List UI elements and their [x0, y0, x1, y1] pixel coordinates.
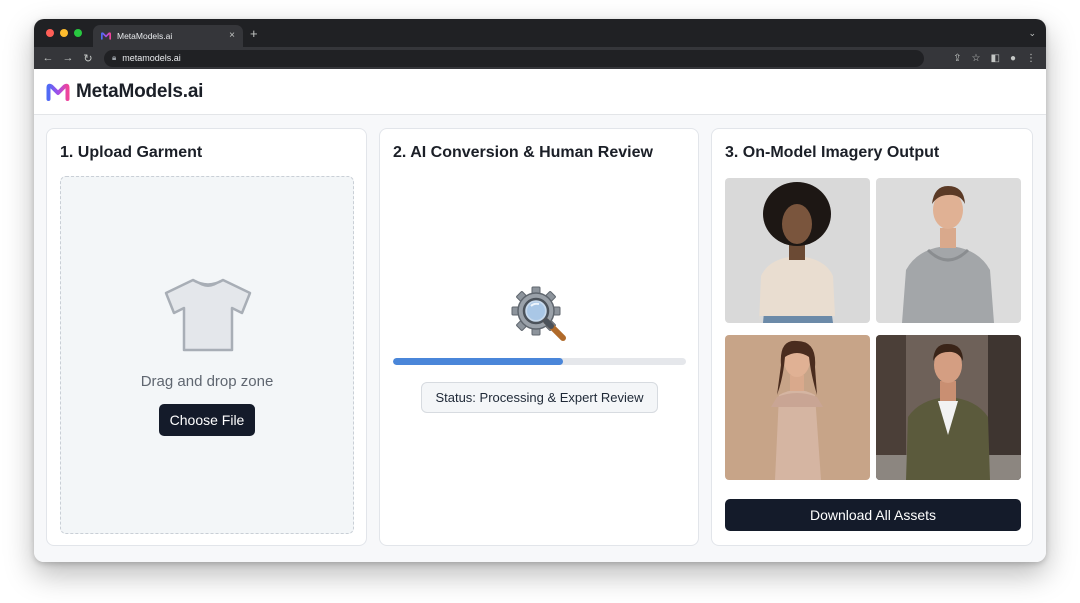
reload-icon[interactable]: ↻ [78, 52, 98, 65]
choose-file-button[interactable]: Choose File [159, 404, 255, 436]
minimize-window-button[interactable] [60, 29, 68, 37]
gear-magnifier-icon [511, 286, 566, 341]
conversion-card: 2. AI Conversion & Human Review Status: … [379, 128, 699, 546]
tab-title: MetaModels.ai [117, 31, 173, 41]
more-menu-icon[interactable]: ⋮ [1026, 53, 1036, 64]
browser-window: MetaModels.ai × + ⌄ ← → ↻ 🔒︎ metamodels.… [34, 19, 1046, 562]
lock-icon: 🔒︎ [112, 53, 117, 62]
close-window-button[interactable] [46, 29, 54, 37]
new-tab-button[interactable]: + [250, 27, 258, 40]
progress-bar [393, 358, 686, 365]
browser-tab[interactable]: MetaModels.ai × [93, 25, 243, 47]
forward-arrow-icon[interactable]: → [58, 52, 78, 64]
share-icon[interactable]: ⇪ [953, 53, 961, 64]
address-bar[interactable]: 🔒︎ metamodels.ai [104, 49, 924, 67]
conversion-card-title: 2. AI Conversion & Human Review [393, 144, 653, 161]
tab-strip: MetaModels.ai × + ⌄ [34, 19, 1046, 47]
output-card: 3. On-Model Imagery Output Download All … [711, 128, 1033, 546]
url-text: metamodels.ai [122, 53, 181, 63]
browser-toolbar: ← → ↻ 🔒︎ metamodels.ai ⇪ ☆ ◧ ● ⋮ [34, 47, 1046, 69]
progress-fill [393, 358, 563, 365]
drop-zone-text: Drag and drop zone [140, 373, 274, 390]
model-photo-grey-hoodie[interactable] [876, 178, 1021, 323]
favicon-icon [101, 32, 111, 40]
model-photo-beige-tshirt[interactable] [725, 178, 870, 323]
app-header: MetaModels.ai [34, 69, 1046, 115]
download-all-button[interactable]: Download All Assets [725, 499, 1021, 531]
model-photo-beige-dress[interactable] [725, 335, 870, 480]
chevron-down-icon[interactable]: ⌄ [1028, 28, 1036, 39]
star-icon[interactable]: ☆ [972, 53, 981, 64]
profile-icon[interactable]: ● [1010, 53, 1016, 64]
status-badge: Status: Processing & Expert Review [421, 382, 658, 413]
t-shirt-icon [164, 278, 252, 352]
brand-name[interactable]: MetaModels.ai [76, 81, 203, 103]
maximize-window-button[interactable] [74, 29, 82, 37]
upload-card-title: 1. Upload Garment [60, 144, 203, 161]
logo-icon[interactable] [46, 83, 70, 101]
upload-card: 1. Upload Garment Drag and drop zone Cho… [46, 128, 367, 546]
drop-zone[interactable]: Drag and drop zone Choose File [60, 176, 354, 534]
model-photo-olive-jacket[interactable] [876, 335, 1021, 480]
tab-close-icon[interactable]: × [229, 31, 235, 41]
main-content: 1. Upload Garment Drag and drop zone Cho… [34, 115, 1046, 562]
side-panel-icon[interactable]: ◧ [991, 53, 1000, 64]
back-arrow-icon[interactable]: ← [38, 52, 58, 64]
output-card-title: 3. On-Model Imagery Output [725, 144, 940, 161]
